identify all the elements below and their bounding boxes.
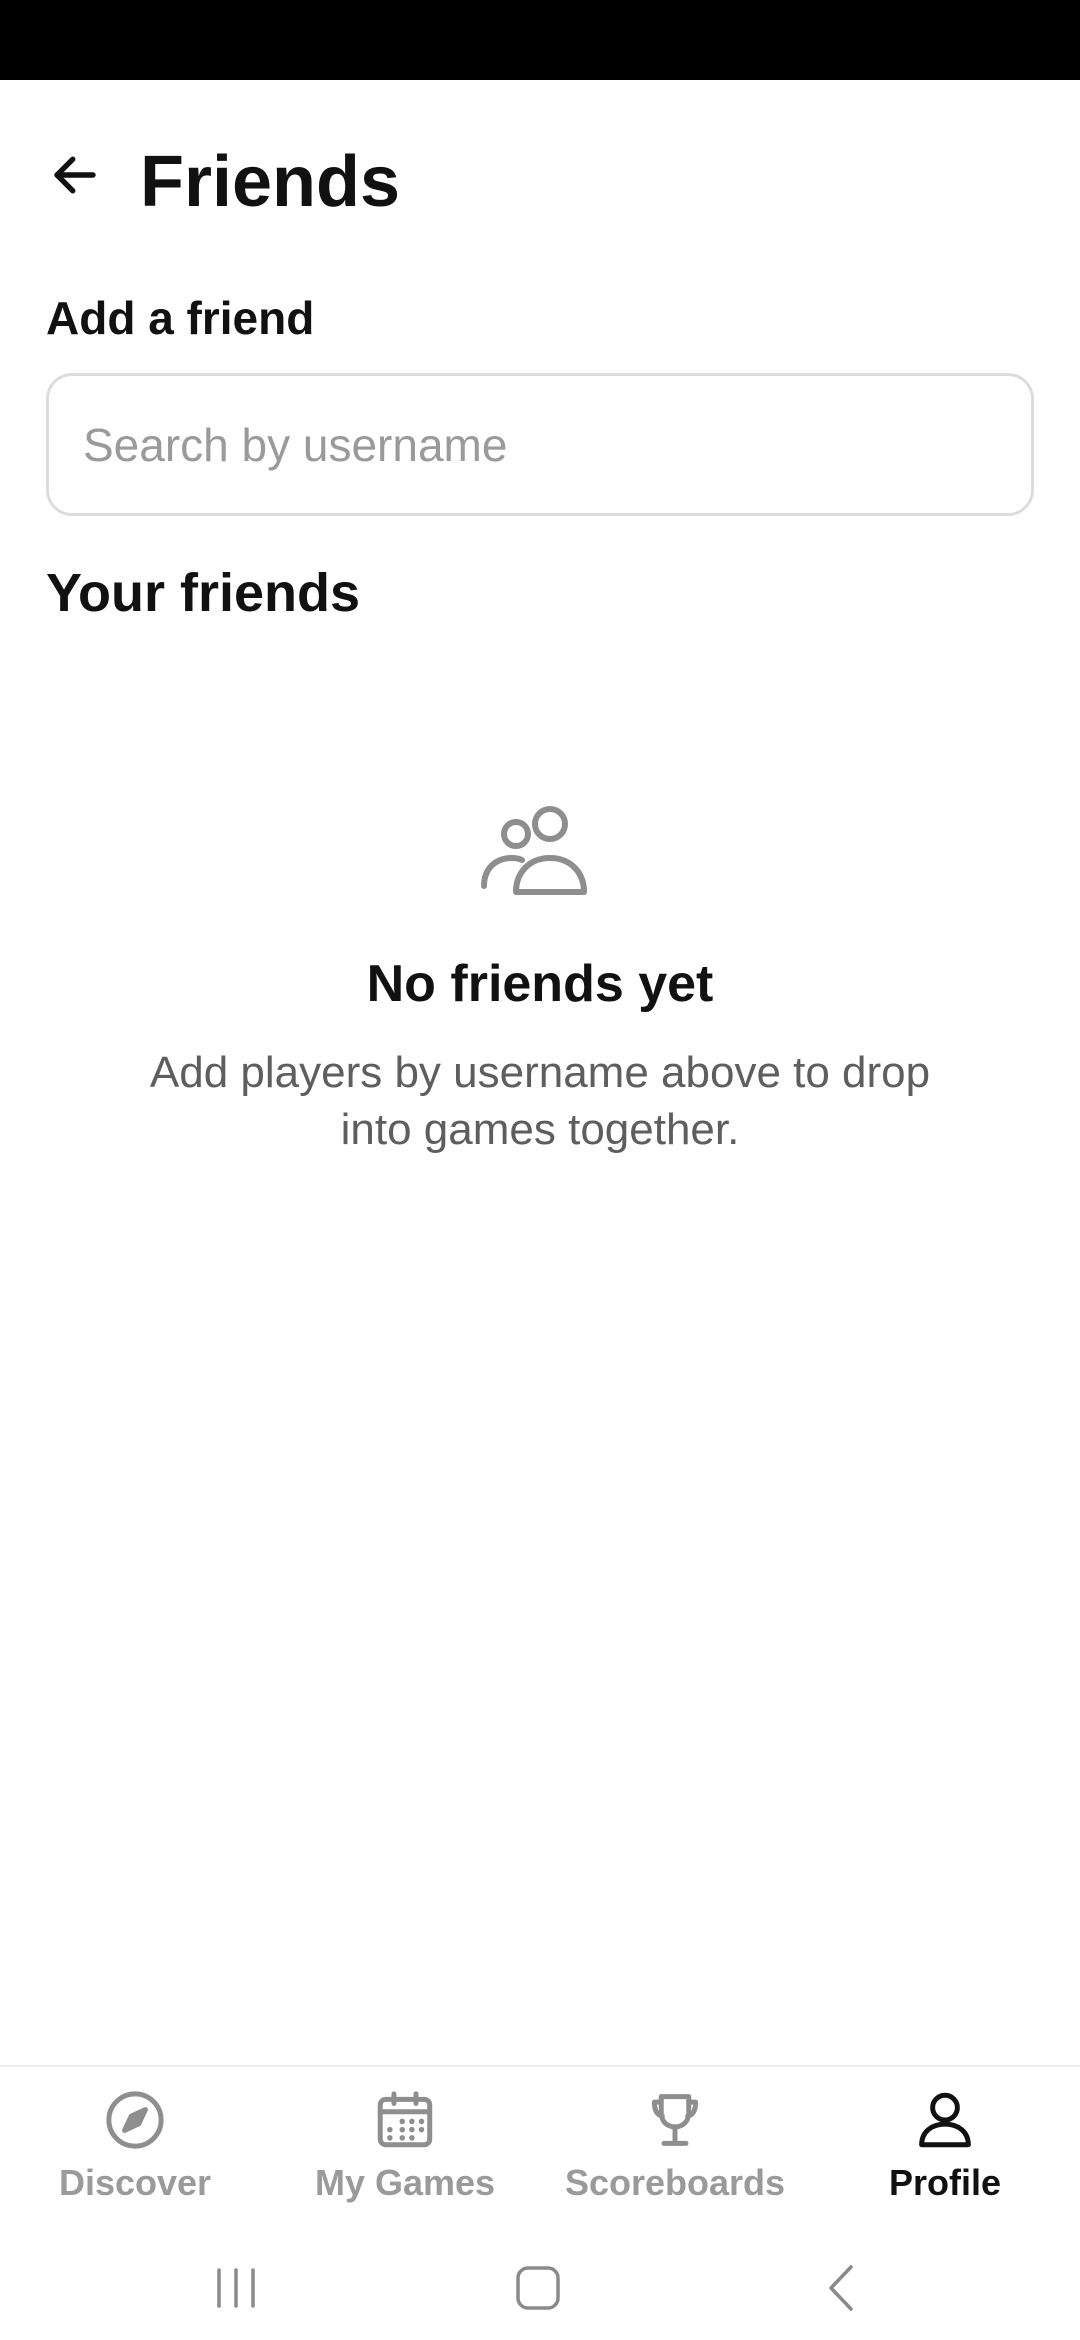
users-icon (481, 806, 587, 895)
calendar-icon (377, 2091, 433, 2148)
compass-icon (106, 2091, 164, 2149)
arrow-left-icon (54, 156, 96, 194)
system-back-button[interactable] (802, 2255, 882, 2321)
home-button[interactable] (498, 2255, 578, 2321)
nav-label-my-games: My Games (314, 2162, 496, 2203)
empty-state: No friends yet Add players by username a… (0, 800, 1080, 1158)
back-button[interactable] (30, 130, 120, 220)
empty-state-description: Add players by username above to drop in… (149, 1048, 931, 1154)
your-friends-label: Your friends (46, 563, 361, 623)
nav-label-profile: Profile (888, 2162, 1002, 2203)
status-bar (0, 0, 1080, 80)
chevron-left-icon (829, 2265, 853, 2311)
recent-apps-button[interactable] (196, 2255, 276, 2321)
recent-apps-icon (217, 2268, 255, 2308)
page-title: Friends (140, 142, 401, 222)
bottom-nav: Discover My Games Scoreboards Profile (0, 2065, 1080, 2237)
nav-item-my-games[interactable]: My Games (270, 2067, 540, 2237)
home-icon (516, 2266, 560, 2310)
nav-item-discover[interactable]: Discover (0, 2067, 270, 2237)
search-input[interactable] (83, 376, 1003, 513)
add-friend-label: Add a friend (46, 292, 315, 344)
system-nav-bar (0, 2235, 1080, 2340)
nav-label-scoreboards: Scoreboards (564, 2162, 786, 2203)
trophy-icon (651, 2094, 699, 2146)
nav-item-scoreboards[interactable]: Scoreboards (540, 2067, 810, 2237)
search-field[interactable] (46, 373, 1034, 516)
person-icon (919, 2092, 971, 2148)
nav-item-profile[interactable]: Profile (810, 2067, 1080, 2237)
nav-label-discover: Discover (58, 2162, 212, 2203)
empty-state-title: No friends yet (366, 955, 714, 1013)
